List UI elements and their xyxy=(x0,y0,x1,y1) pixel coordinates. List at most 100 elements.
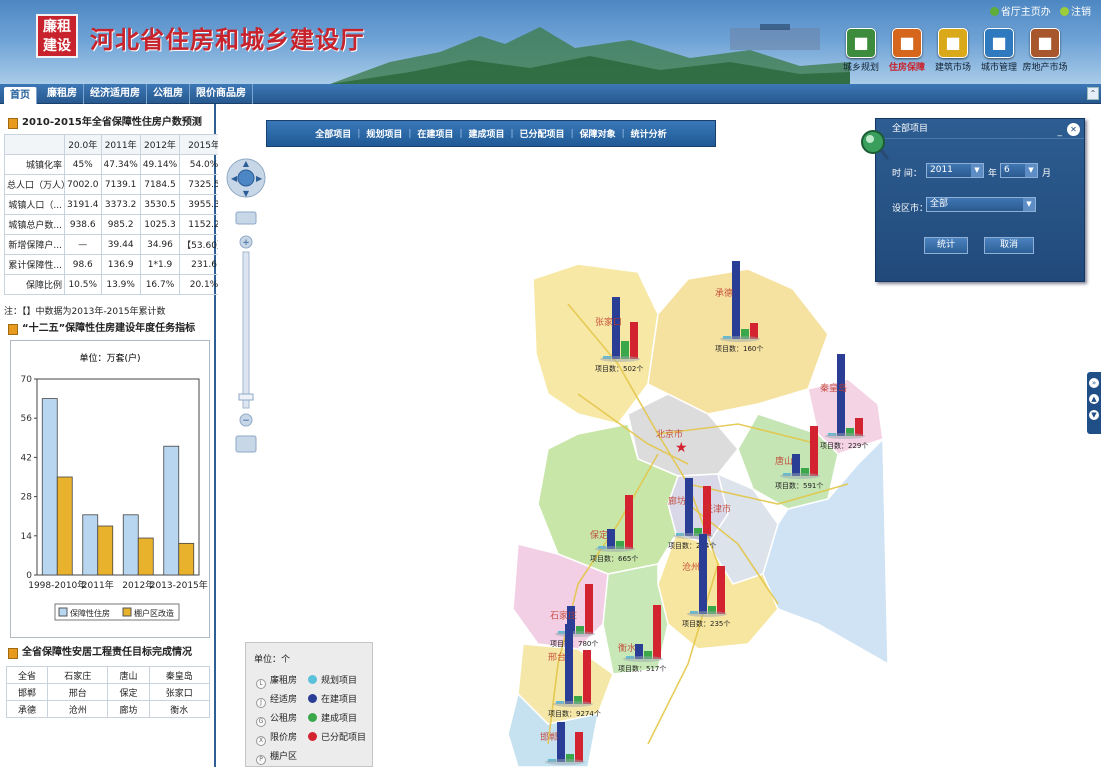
module-bar: ■ 城乡规划 ■ 住房保障 ■ 建筑市场 ■ 城市管理 ■ 房地产市场 xyxy=(838,28,1068,73)
svg-text:▶: ▶ xyxy=(256,174,263,183)
city-link[interactable]: 承德 xyxy=(5,700,49,718)
logo: 廉租 建设 xyxy=(36,14,78,58)
legend-label: 棚户区改造 xyxy=(134,608,174,618)
month-select[interactable]: 6 ▼ xyxy=(1000,163,1038,178)
row-label: 保障比例 xyxy=(4,274,65,295)
table-cell: 39.44 xyxy=(100,234,141,255)
table-cell: 49.14% xyxy=(139,154,181,175)
stat-button[interactable]: 统计 xyxy=(924,237,968,254)
y-tick-label: 14 xyxy=(21,532,33,542)
menu-item[interactable]: 规划项目 xyxy=(360,127,408,140)
module-real-estate[interactable]: ■ 房地产市场 xyxy=(1022,28,1068,73)
forecast-note: 注：【】中数据为2013年-2015年累计数 xyxy=(4,307,166,317)
table-row: 累计保障性... 98.6 136.9 1*1.9 231.6 xyxy=(4,254,229,275)
city-marker[interactable]: 天津市 xyxy=(704,503,731,515)
table-cell: 7184.5 xyxy=(139,174,181,195)
city-name: 唐山 xyxy=(775,455,793,467)
tab-1[interactable]: 廉租房 xyxy=(41,84,84,104)
city-link[interactable]: 石家庄 xyxy=(47,666,109,684)
forecast-table: 20.0年 2011年 2012年 2015年 城镇化率 45% 47.34% 49.14% 5… xyxy=(4,134,229,295)
menu-item[interactable]: 保障对象 xyxy=(574,127,622,140)
status-dot-icon xyxy=(308,732,317,741)
legend-unit: 单位：个 xyxy=(254,655,291,665)
city-name: 沧州 xyxy=(682,561,700,573)
close-icon[interactable]: ✕ xyxy=(1067,123,1080,136)
x-tick-label: 2013-2015年 xyxy=(150,579,208,591)
city-bar xyxy=(732,261,740,339)
table-cell: 98.6 xyxy=(64,254,102,275)
city-marker[interactable]: 北京市 xyxy=(656,428,683,440)
menu-item[interactable]: 在建项目 xyxy=(411,127,459,140)
legend-status: 规划项目 xyxy=(308,673,357,686)
city-link[interactable]: 秦皇岛 xyxy=(148,666,211,684)
module-planning[interactable]: ■ 城乡规划 xyxy=(838,28,884,73)
logout-link[interactable]: 注销 xyxy=(1060,7,1091,18)
column-header: 20.0年 xyxy=(64,134,102,155)
year-select[interactable]: 2011 ▼ xyxy=(926,163,984,178)
module-housing-security[interactable]: ■ 住房保障 xyxy=(884,28,930,73)
city-bar xyxy=(575,732,583,762)
collapse-icon[interactable]: ⌃ xyxy=(1087,87,1099,100)
city-link[interactable]: 张家口 xyxy=(148,683,211,701)
city-bar xyxy=(612,297,620,359)
tab-2[interactable]: 经济适用房 xyxy=(84,84,147,104)
project-count: 项目数：235个 xyxy=(682,619,730,628)
map-area[interactable]: ★ 张家口 项目数：502个 承德 项目数：160个 秦皇岛 项目数：229个 唐山 项目数：… xyxy=(218,104,1101,767)
project-count: 项目数：780个 xyxy=(550,639,598,648)
minimize-icon[interactable]: _ xyxy=(1058,122,1063,142)
city-link[interactable]: 邯郸 xyxy=(5,683,49,701)
filter-panel: 全部项目 _ ✕ 时 间： 2011 ▼ 年 6 ▼ 月 设区市： 全部 ▼ 统计 取… xyxy=(875,118,1085,282)
table-cell: 938.6 xyxy=(64,214,102,235)
table-cell: 45% xyxy=(64,154,102,175)
tab-3[interactable]: 公租房 xyxy=(147,84,190,104)
up-icon[interactable]: ▲ xyxy=(1089,394,1099,404)
column-header: 2012年 xyxy=(139,134,181,155)
forecast-section-title: 2010-2015年全省保障性住房户数预测 xyxy=(0,114,216,132)
bar-base xyxy=(545,759,585,765)
type-icon: L xyxy=(256,679,266,689)
search-icon[interactable] xyxy=(858,128,890,162)
city-link[interactable]: 廊坊 xyxy=(107,700,150,718)
module-city-management[interactable]: ■ 城市管理 xyxy=(976,28,1022,73)
city-link[interactable]: 全省 xyxy=(5,666,49,684)
module-construction-market[interactable]: ■ 建筑市场 xyxy=(930,28,976,73)
table-cell: 7139.1 xyxy=(100,174,141,195)
side-controls: » ▲ ▼ xyxy=(1087,372,1101,434)
tab-4[interactable]: 限价商品房 xyxy=(190,84,253,104)
tab-0[interactable]: 首页 xyxy=(4,87,37,104)
city-link[interactable]: 衡水 xyxy=(148,700,211,718)
menu-item[interactable]: 建成项目 xyxy=(462,127,510,140)
cancel-button[interactable]: 取消 xyxy=(984,237,1034,254)
table-cell: 136.9 xyxy=(100,254,141,275)
city-bar xyxy=(717,566,725,614)
city-bar xyxy=(565,624,573,704)
bar-security-housing xyxy=(122,514,139,576)
bar-base xyxy=(687,611,727,617)
down-icon[interactable]: ▼ xyxy=(1089,410,1099,420)
city-select[interactable]: 全部 ▼ xyxy=(926,197,1036,212)
svg-text:▼: ▼ xyxy=(243,189,250,198)
book-icon xyxy=(8,118,18,129)
y-tick-label: 0 xyxy=(26,571,32,581)
project-count: 项目数：591个 xyxy=(775,481,823,490)
city-name: 廊坊 xyxy=(668,495,686,507)
site-title: 河北省住房和城乡建设厅 xyxy=(90,26,365,54)
city-link[interactable]: 沧州 xyxy=(47,700,109,718)
city-management-icon: ■ xyxy=(984,28,1014,58)
city-bar xyxy=(583,650,591,704)
city-link[interactable]: 保定 xyxy=(107,683,150,701)
city-link[interactable]: 唐山 xyxy=(107,666,150,684)
expand-icon[interactable]: » xyxy=(1089,378,1099,388)
city-link[interactable]: 邢台 xyxy=(47,683,109,701)
city-bar xyxy=(699,534,707,614)
table-cell: 13.9% xyxy=(100,274,141,295)
table-cell: 47.34% xyxy=(100,154,141,175)
menu-item[interactable]: 全部项目 xyxy=(309,127,357,140)
project-count: 项目数：160个 xyxy=(715,344,763,353)
bar-base xyxy=(553,701,593,707)
city-bar xyxy=(585,584,593,634)
home-link[interactable]: 省厅主页办 xyxy=(989,7,1051,18)
map-zoom-control[interactable]: ▲ ▼ ◀ ▶ + − xyxy=(226,156,266,456)
menu-item[interactable]: 统计分析 xyxy=(625,127,673,140)
menu-item[interactable]: 已分配项目 xyxy=(514,127,571,140)
